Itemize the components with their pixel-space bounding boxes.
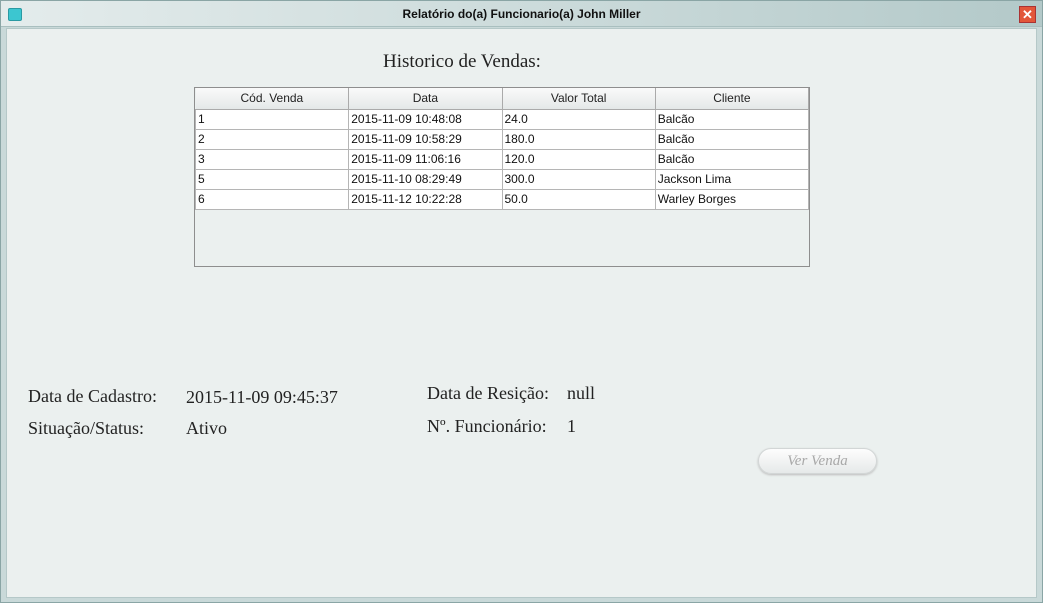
view-sale-button[interactable]: Ver Venda [758, 448, 877, 474]
table-cell[interactable]: Warley Borges [654, 188, 810, 210]
table-cell[interactable]: 300.0 [501, 168, 656, 190]
table-row[interactable]: 2 2015-11-09 10:58:29 180.0 Balcão [194, 128, 810, 150]
title-bar[interactable]: Relatório do(a) Funcionario(a) John Mill… [1, 1, 1042, 27]
report-window: Relatório do(a) Funcionario(a) John Mill… [0, 0, 1043, 603]
table-cell[interactable]: 1 [194, 108, 350, 130]
table-cell[interactable]: Balcão [654, 108, 810, 130]
column-header[interactable]: Valor Total [502, 88, 656, 110]
table-row[interactable]: 3 2015-11-09 11:06:16 120.0 Balcão [194, 148, 810, 170]
sales-history-heading: Historico de Vendas: [383, 51, 541, 72]
table-cell[interactable]: 50.0 [501, 188, 656, 210]
table-cell[interactable]: 120.0 [501, 148, 656, 170]
table-cell[interactable]: 5 [194, 168, 350, 190]
column-header[interactable]: Cliente [655, 88, 810, 110]
cadastro-label: Data de Cadastro: [28, 386, 157, 406]
table-cell[interactable]: 2015-11-10 08:29:49 [348, 168, 503, 190]
table-cell[interactable]: 24.0 [501, 108, 656, 130]
table-cell[interactable]: Balcão [654, 128, 810, 150]
table-cell[interactable]: 2 [194, 128, 350, 150]
table-cell[interactable]: 2015-11-12 10:22:28 [348, 188, 503, 210]
status-value: Ativo [186, 418, 228, 438]
table-cell[interactable]: 3 [194, 148, 350, 170]
employee-number-value: 1 [567, 416, 576, 436]
table-cell[interactable]: 2015-11-09 11:06:16 [348, 148, 503, 170]
employee-number-label: Nº. Funcionário: [427, 416, 547, 436]
sales-table[interactable]: Cód. Venda Data Valor Total Cliente 1 201… [194, 87, 810, 267]
table-cell[interactable]: 2015-11-09 10:48:08 [348, 108, 503, 130]
table-cell[interactable]: 2015-11-09 10:58:29 [348, 128, 503, 150]
table-cell[interactable]: Jackson Lima [654, 168, 810, 190]
close-button[interactable]: ✕ [1019, 6, 1036, 23]
status-label: Situação/Status: [28, 418, 144, 438]
table-row[interactable]: 5 2015-11-10 08:29:49 300.0 Jackson Lima [194, 168, 810, 190]
table-cell[interactable]: 6 [194, 188, 350, 210]
resicao-value: null [567, 383, 596, 403]
column-header[interactable]: Data [348, 88, 503, 110]
cadastro-value: 2015-11-09 09:45:37 [186, 387, 338, 407]
table-row[interactable]: 6 2015-11-12 10:22:28 50.0 Warley Borges [194, 188, 810, 210]
table-cell[interactable]: 180.0 [501, 128, 656, 150]
column-header[interactable]: Cód. Venda [195, 88, 350, 110]
table-row[interactable]: 1 2015-11-09 10:48:08 24.0 Balcão [194, 108, 810, 130]
table-cell[interactable]: Balcão [654, 148, 810, 170]
resicao-label: Data de Resição: [427, 383, 549, 403]
window-title: Relatório do(a) Funcionario(a) John Mill… [402, 7, 641, 21]
